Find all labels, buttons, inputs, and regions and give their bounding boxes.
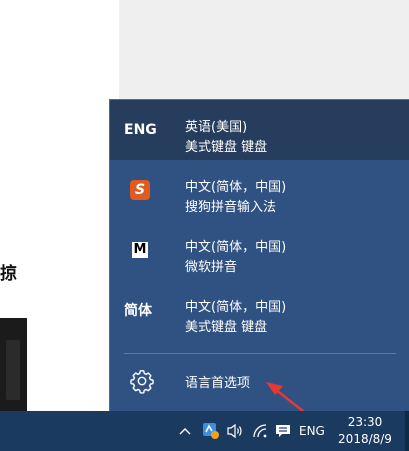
language-item-sogou[interactable]: S 中文(简体，中国) 搜狗拼音输入法 bbox=[110, 160, 409, 220]
sogou-icon: S bbox=[130, 180, 150, 200]
background-image bbox=[0, 318, 27, 413]
simplified-text-icon: 简体 bbox=[124, 303, 152, 319]
eng-text-icon: ENG bbox=[124, 122, 157, 138]
language-item-microsoft-pinyin[interactable]: M 中文(简体，中国) 微软拼音 bbox=[110, 220, 409, 280]
language-name: 中文(简体，中国) bbox=[185, 240, 287, 255]
taskbar: ENG 23:30 2018/8/9 bbox=[0, 411, 409, 451]
keyboard-name: 微软拼音 bbox=[185, 260, 238, 275]
language-preferences-button[interactable]: 语言首选项 bbox=[110, 356, 409, 410]
background-panel bbox=[119, 0, 409, 103]
keyboard-name: 美式键盘 键盘 bbox=[185, 320, 268, 335]
background-text: 掠 bbox=[0, 264, 17, 284]
keyboard-name: 美式键盘 键盘 bbox=[185, 140, 268, 155]
language-item-eng[interactable]: ENG 英语(美国) 美式键盘 键盘 bbox=[110, 100, 409, 160]
language-item-label: 中文(简体，中国) 微软拼音 bbox=[185, 238, 286, 278]
app-tray-icon[interactable] bbox=[202, 423, 220, 439]
language-item-label: 中文(简体，中国) 搜狗拼音输入法 bbox=[185, 178, 286, 218]
language-flyout: ENG 英语(美国) 美式键盘 键盘 S 中文(简体，中国) 搜狗拼音输入法 M… bbox=[109, 99, 409, 411]
clock-time: 23:30 bbox=[347, 415, 383, 429]
language-item-simplified[interactable]: 简体 中文(简体，中国) 美式键盘 键盘 bbox=[110, 280, 409, 340]
chevron-up-icon[interactable] bbox=[178, 423, 192, 439]
input-indicator[interactable]: ENG bbox=[299, 424, 325, 438]
volume-icon[interactable] bbox=[226, 423, 244, 439]
language-item-label: 英语(美国) 美式键盘 键盘 bbox=[185, 118, 267, 158]
wifi-icon[interactable] bbox=[252, 423, 270, 439]
clock[interactable]: 23:30 2018/8/9 bbox=[330, 414, 400, 448]
language-name: 中文(简体，中国) bbox=[185, 180, 287, 195]
language-item-label: 中文(简体，中国) 美式键盘 键盘 bbox=[185, 298, 286, 338]
microsoft-pinyin-icon: M bbox=[132, 242, 148, 258]
divider bbox=[124, 353, 396, 354]
preferences-label: 语言首选项 bbox=[185, 376, 251, 391]
clock-date: 2018/8/9 bbox=[338, 432, 392, 446]
language-name: 中文(简体，中国) bbox=[185, 300, 287, 315]
keyboard-name: 搜狗拼音输入法 bbox=[185, 200, 277, 215]
show-desktop-button[interactable] bbox=[405, 411, 409, 451]
gear-icon bbox=[130, 369, 154, 394]
action-center-icon[interactable] bbox=[275, 423, 291, 439]
language-name: 英语(美国) bbox=[185, 120, 248, 135]
